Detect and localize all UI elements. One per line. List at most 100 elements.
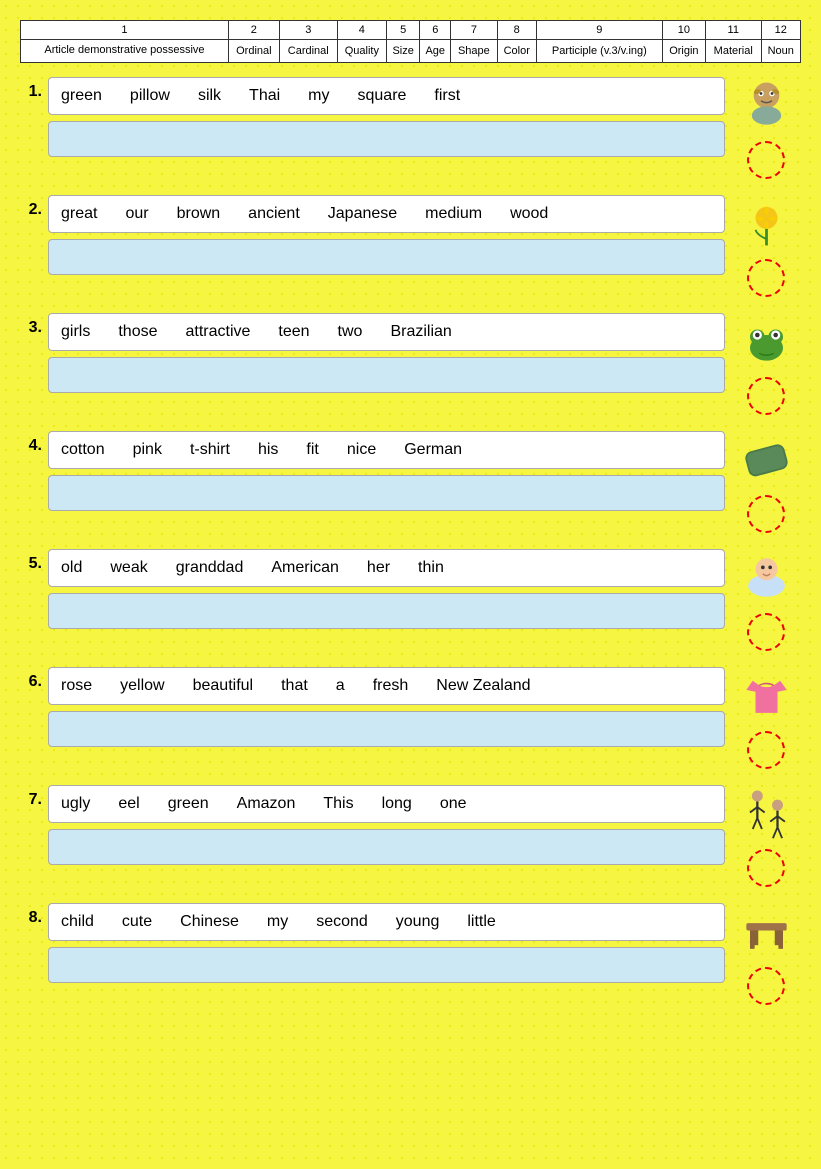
- word-item: eel: [118, 795, 139, 813]
- word-item: t-shirt: [190, 441, 230, 459]
- exercise-number-7: 7.: [20, 785, 42, 809]
- answer-row-7[interactable]: [48, 829, 725, 865]
- word-item: fit: [306, 441, 318, 459]
- dashed-circle: [747, 613, 785, 651]
- word-item: old: [61, 559, 82, 577]
- word-item: brown: [177, 205, 221, 223]
- dashed-circle: [747, 141, 785, 179]
- goblin-icon: [739, 77, 794, 137]
- image-area-3: [731, 313, 801, 415]
- exercise-number-6: 6.: [20, 667, 42, 691]
- words-row-3: girlsthoseattractiveteentwoBrazilian: [48, 313, 725, 351]
- baby-icon: [739, 549, 794, 609]
- word-item: my: [267, 913, 288, 931]
- word-item: Thai: [249, 87, 280, 105]
- word-item: that: [281, 677, 308, 695]
- exercise-1: 1. green pillow silk Thai my square first: [20, 77, 801, 179]
- dashed-circle: [747, 259, 785, 297]
- word-item: first: [434, 87, 460, 105]
- word-item: weak: [110, 559, 147, 577]
- image-area-2: [731, 195, 801, 297]
- rose-icon: [739, 195, 794, 255]
- word-item: two: [338, 323, 363, 341]
- words-row-5: old weak granddad American her thin: [48, 549, 725, 587]
- exercise-number-8: 8.: [20, 903, 42, 927]
- word-item: long: [382, 795, 412, 813]
- word-item: child: [61, 913, 94, 931]
- words-row-6: roseyellowbeautifulthatafreshNew Zealand: [48, 667, 725, 705]
- words-row-8: childcuteChinesemysecondyounglittle: [48, 903, 725, 941]
- dashed-circle: [747, 495, 785, 533]
- word-item: square: [358, 87, 407, 105]
- words-row-4: cotton pink t-shirt his fit nice German: [48, 431, 725, 469]
- exercise-number-5: 5.: [20, 549, 42, 573]
- word-item: Amazon: [237, 795, 296, 813]
- word-item: little: [467, 913, 495, 931]
- word-item: rose: [61, 677, 92, 695]
- image-area-5: [731, 549, 801, 651]
- word-item: Japanese: [328, 205, 397, 223]
- exercise-2: 2.greatourbrownancientJapanesemediumwood: [20, 195, 801, 297]
- tshirt-icon: [739, 667, 794, 727]
- exercise-number-4: 4.: [20, 431, 42, 455]
- word-item: medium: [425, 205, 482, 223]
- exercise-6: 6.roseyellowbeautifulthatafreshNew Zeala…: [20, 667, 801, 769]
- words-row-7: ugly eel green Amazon This long one: [48, 785, 725, 823]
- answer-row-2[interactable]: [48, 239, 725, 275]
- answer-row-1[interactable]: [48, 121, 725, 157]
- word-item: fresh: [373, 677, 409, 695]
- exercise-5: 5. old weak granddad American her thin: [20, 549, 801, 651]
- word-item: silk: [198, 87, 221, 105]
- header-table: 123456789101112 Article demonstrative po…: [20, 20, 801, 63]
- word-item: green: [61, 87, 102, 105]
- dashed-circle: [747, 849, 785, 887]
- word-item: wood: [510, 205, 548, 223]
- word-item: cotton: [61, 441, 105, 459]
- word-item: green: [168, 795, 209, 813]
- answer-row-4[interactable]: [48, 475, 725, 511]
- answer-row-6[interactable]: [48, 711, 725, 747]
- image-area-8: [731, 903, 801, 1005]
- word-item: thin: [418, 559, 444, 577]
- image-area-4: [731, 431, 801, 533]
- image-area-6: [731, 667, 801, 769]
- word-item: our: [125, 205, 148, 223]
- exercise-3: 3.girlsthoseattractiveteentwoBrazilian: [20, 313, 801, 415]
- word-item: beautiful: [193, 677, 254, 695]
- word-item: one: [440, 795, 467, 813]
- exercise-number-1: 1.: [20, 77, 42, 101]
- word-item: those: [118, 323, 157, 341]
- word-item: girls: [61, 323, 90, 341]
- dashed-circle: [747, 967, 785, 1005]
- word-item: cute: [122, 913, 152, 931]
- word-item: his: [258, 441, 278, 459]
- word-item: American: [271, 559, 339, 577]
- word-item: teen: [278, 323, 309, 341]
- exercise-4: 4. cotton pink t-shirt his fit nice German: [20, 431, 801, 533]
- words-row-1: green pillow silk Thai my square first: [48, 77, 725, 115]
- word-item: New Zealand: [436, 677, 530, 695]
- word-item: Brazilian: [390, 323, 451, 341]
- word-item: ugly: [61, 795, 90, 813]
- word-item: ancient: [248, 205, 300, 223]
- word-item: her: [367, 559, 390, 577]
- word-item: great: [61, 205, 97, 223]
- word-item: German: [404, 441, 462, 459]
- word-item: granddad: [176, 559, 244, 577]
- word-item: Chinese: [180, 913, 239, 931]
- word-item: pink: [133, 441, 162, 459]
- answer-row-5[interactable]: [48, 593, 725, 629]
- frog-icon: [739, 313, 794, 373]
- word-item: nice: [347, 441, 376, 459]
- word-item: young: [396, 913, 440, 931]
- dashed-circle: [747, 377, 785, 415]
- pillow-icon: [739, 431, 794, 491]
- exercise-8: 8.childcuteChinesemysecondyounglittle: [20, 903, 801, 1005]
- answer-row-8[interactable]: [48, 947, 725, 983]
- word-item: my: [308, 87, 329, 105]
- word-item: yellow: [120, 677, 164, 695]
- word-item: This: [323, 795, 353, 813]
- image-area-1: [731, 77, 801, 179]
- answer-row-3[interactable]: [48, 357, 725, 393]
- word-item: pillow: [130, 87, 170, 105]
